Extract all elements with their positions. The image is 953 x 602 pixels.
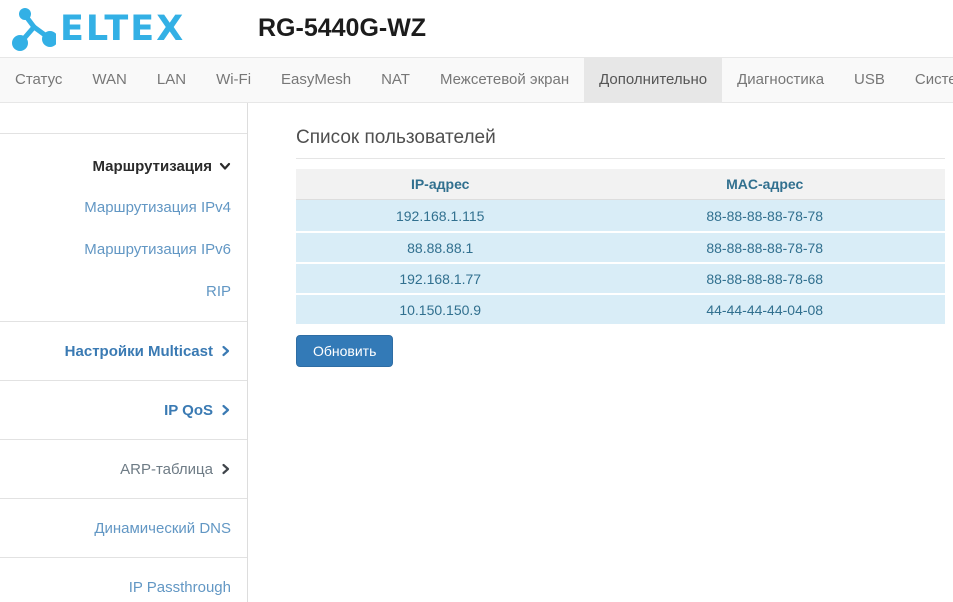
page-title-wrap: Список пользователей bbox=[296, 127, 945, 159]
column-header-mac: MAC-адрес bbox=[584, 169, 945, 200]
table-row: 192.168.1.115 88-88-88-88-78-78 bbox=[296, 200, 945, 231]
table-header-row: IP-адрес MAC-адрес bbox=[296, 169, 945, 200]
sidebar-group-ip-qos[interactable]: IP QoS bbox=[0, 380, 247, 439]
tab-wifi[interactable]: Wi-Fi bbox=[201, 58, 266, 102]
sidebar-group-multicast[interactable]: Настройки Multicast bbox=[0, 321, 247, 380]
refresh-button[interactable]: Обновить bbox=[296, 335, 394, 367]
ip-address-cell: 10.150.150.9 bbox=[296, 293, 585, 324]
ip-address-cell: 192.168.1.115 bbox=[296, 200, 585, 231]
tab-status[interactable]: Статус bbox=[0, 58, 77, 102]
table-row: 192.168.1.77 88-88-88-88-78-68 bbox=[296, 262, 945, 293]
header: ELTEX RG-5440G-WZ bbox=[0, 0, 953, 57]
logo-text: ELTEX bbox=[60, 8, 186, 49]
users-table: IP-адрес MAC-адрес 192.168.1.115 88-88-8… bbox=[296, 169, 945, 324]
sidebar-group-arp-table[interactable]: ARP-таблица bbox=[0, 439, 247, 498]
device-model-title: RG-5440G-WZ bbox=[258, 14, 427, 42]
chevron-right-icon bbox=[222, 345, 230, 357]
sidebar-item-ip-passthrough[interactable]: IP Passthrough bbox=[0, 557, 247, 602]
eltex-logo: ELTEX bbox=[10, 5, 206, 53]
tab-lan[interactable]: LAN bbox=[142, 58, 201, 102]
sidebar-group-routing-header[interactable]: Маршрутизация bbox=[0, 146, 231, 186]
chevron-right-icon bbox=[222, 404, 230, 416]
sidebar-group-multicast-label: Настройки Multicast bbox=[64, 342, 213, 360]
table-row: 88.88.88.1 88-88-88-88-78-78 bbox=[296, 231, 945, 262]
tab-usb[interactable]: USB bbox=[839, 58, 900, 102]
page-title: Список пользователей bbox=[296, 127, 496, 148]
ip-address-cell: 192.168.1.77 bbox=[296, 262, 585, 293]
mac-address-cell: 44-44-44-44-04-08 bbox=[584, 293, 945, 324]
mac-address-cell: 88-88-88-88-78-78 bbox=[584, 200, 945, 231]
sidebar-item-routing-ipv4[interactable]: Маршрутизация IPv4 bbox=[0, 186, 231, 228]
sidebar-item-ip-passthrough-label: IP Passthrough bbox=[128, 578, 231, 596]
tab-system[interactable]: Система bbox=[900, 58, 953, 102]
mac-address-cell: 88-88-88-88-78-78 bbox=[584, 231, 945, 262]
sidebar-group-routing: Маршрутизация Маршрутизация IPv4 Маршрут… bbox=[0, 133, 247, 321]
column-header-ip: IP-адрес bbox=[296, 169, 585, 200]
molecule-icon bbox=[12, 7, 56, 51]
tab-nat[interactable]: NAT bbox=[366, 58, 425, 102]
table-row: 10.150.150.9 44-44-44-44-04-08 bbox=[296, 293, 945, 324]
tab-easymesh[interactable]: EasyMesh bbox=[266, 58, 366, 102]
chevron-down-icon bbox=[219, 162, 231, 170]
mac-address-cell: 88-88-88-88-78-68 bbox=[584, 262, 945, 293]
content-layout: Маршрутизация Маршрутизация IPv4 Маршрут… bbox=[0, 103, 953, 602]
router-admin-page: ELTEX RG-5440G-WZ Статус WAN LAN Wi-Fi E… bbox=[0, 0, 953, 602]
main-content: Список пользователей IP-адрес MAC-адрес … bbox=[248, 103, 953, 602]
tab-diagnostics[interactable]: Диагностика bbox=[722, 58, 839, 102]
sidebar-group-arp-table-label: ARP-таблица bbox=[120, 460, 213, 478]
tab-firewall[interactable]: Межсетевой экран bbox=[425, 58, 584, 102]
sidebar: Маршрутизация Маршрутизация IPv4 Маршрут… bbox=[0, 103, 248, 602]
ip-address-cell: 88.88.88.1 bbox=[296, 231, 585, 262]
main-nav: Статус WAN LAN Wi-Fi EasyMesh NAT Межсет… bbox=[0, 57, 953, 103]
sidebar-item-routing-ipv6[interactable]: Маршрутизация IPv6 bbox=[0, 228, 231, 270]
sidebar-item-dynamic-dns-label: Динамический DNS bbox=[94, 519, 231, 537]
sidebar-item-dynamic-dns[interactable]: Динамический DNS bbox=[0, 498, 247, 557]
sidebar-group-routing-label: Маршрутизация bbox=[92, 157, 212, 175]
sidebar-group-ip-qos-label: IP QoS bbox=[164, 401, 213, 419]
tab-advanced[interactable]: Дополнительно bbox=[584, 58, 723, 102]
tab-wan[interactable]: WAN bbox=[77, 58, 141, 102]
sidebar-item-rip[interactable]: RIP bbox=[0, 270, 231, 312]
chevron-right-icon bbox=[222, 463, 230, 475]
